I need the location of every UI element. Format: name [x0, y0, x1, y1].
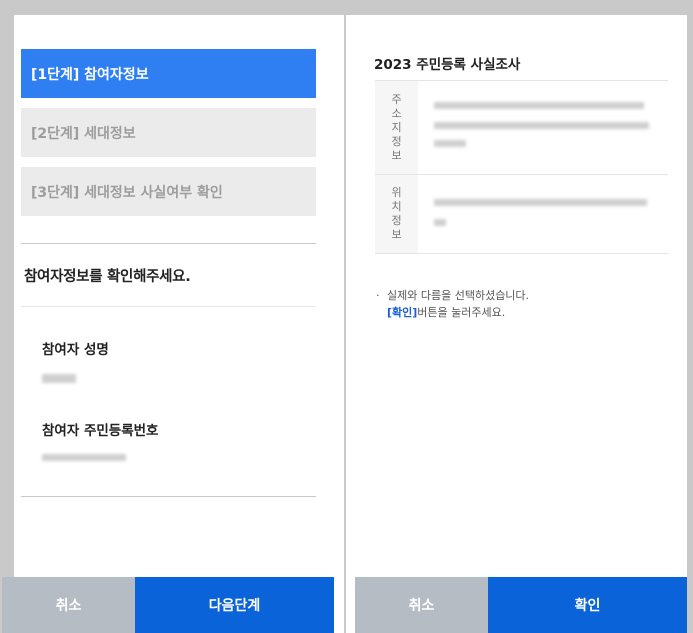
- divider: [21, 496, 316, 497]
- notice-confirm-highlight: [확인]: [387, 306, 418, 319]
- location-info-header: 위 치 정 보: [375, 175, 418, 253]
- verification-panel: 2023 주민등록 사실조사 주 소 지 정 보 위 치 정 보 · 실제와 다…: [346, 15, 687, 633]
- location-info-row: 위 치 정 보: [375, 175, 668, 254]
- divider: [21, 243, 316, 244]
- address-info-header: 주 소 지 정 보: [375, 81, 418, 174]
- notice-line-2: [확인]버튼을 눌러주세요.: [387, 306, 506, 319]
- participant-name-label: 참여자 성명: [42, 342, 109, 358]
- confirm-button[interactable]: 확인: [488, 577, 687, 633]
- step-1-participant-info[interactable]: [1단계] 참여자정보: [21, 49, 316, 98]
- next-step-button[interactable]: 다음단계: [135, 577, 334, 633]
- info-table: 주 소 지 정 보 위 치 정 보: [375, 80, 668, 254]
- location-info-value: [418, 175, 668, 253]
- right-button-bar: 취소 확인: [355, 577, 687, 633]
- divider: [21, 306, 316, 307]
- address-info-value: [418, 81, 668, 174]
- left-button-bar: 취소 다음단계: [2, 577, 334, 633]
- cancel-button[interactable]: 취소: [2, 577, 135, 633]
- survey-title: 2023 주민등록 사실조사: [374, 57, 521, 73]
- step-2-household-info[interactable]: [2단계] 세대정보: [21, 108, 316, 157]
- address-info-row: 주 소 지 정 보: [375, 81, 668, 175]
- notice-line-1: 실제와 다름을 선택하셨습니다.: [387, 289, 530, 302]
- participant-rrn-label: 참여자 주민등록번호: [42, 423, 159, 439]
- page-title: 참여자정보를 확인해주세요.: [24, 269, 191, 285]
- notice: · 실제와 다름을 선택하셨습니다. [확인]버튼을 눌러주세요.: [376, 287, 529, 321]
- step-3-household-verification[interactable]: [3단계] 세대정보 사실여부 확인: [21, 167, 316, 216]
- participant-info-panel: [1단계] 참여자정보 [2단계] 세대정보 [3단계] 세대정보 사실여부 확…: [2, 15, 344, 633]
- bullet-icon: ·: [376, 289, 380, 302]
- cancel-button[interactable]: 취소: [355, 577, 488, 633]
